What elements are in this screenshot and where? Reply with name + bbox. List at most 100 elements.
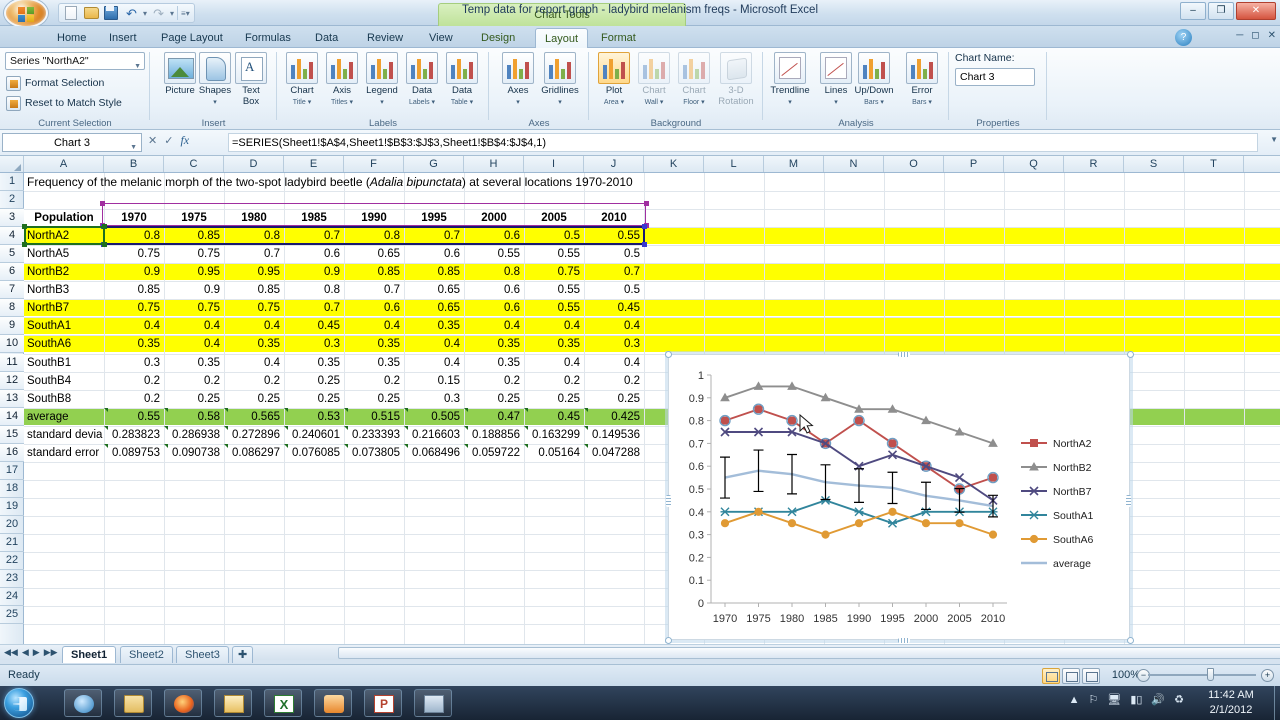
table-cell[interactable]: 0.5 xyxy=(584,245,644,263)
table-cell[interactable]: 0.4 xyxy=(404,354,464,372)
table-cell[interactable]: 0.090738 xyxy=(164,444,224,462)
3d-rotation-button[interactable]: 3-D Rotation xyxy=(711,52,761,107)
table-cell[interactable]: 0.75 xyxy=(104,245,164,263)
row-header-21[interactable]: 21 xyxy=(0,534,24,553)
row-header-25[interactable]: 25 xyxy=(0,606,24,625)
tab-view[interactable]: View xyxy=(420,28,462,48)
legend-entry-northb7[interactable]: NorthB7 xyxy=(1021,486,1092,498)
close-button[interactable]: ✕ xyxy=(1236,2,1276,20)
table-cell[interactable]: 0.286938 xyxy=(164,426,224,444)
column-header-c[interactable]: C xyxy=(164,156,224,172)
table-cell[interactable]: 0.283823 xyxy=(104,426,164,444)
tab-home[interactable]: Home xyxy=(48,28,95,48)
table-cell[interactable]: 0.58 xyxy=(164,408,224,426)
table-cell[interactable]: 0.565 xyxy=(224,408,284,426)
table-cell[interactable]: 0.2 xyxy=(524,372,584,390)
taskbar-excel-icon[interactable]: X xyxy=(264,689,302,717)
table-cell[interactable]: 0.25 xyxy=(164,390,224,408)
column-header-b[interactable]: B xyxy=(104,156,164,172)
table-row-label[interactable]: standard error xyxy=(24,444,104,462)
table-cell[interactable]: 0.9 xyxy=(284,263,344,281)
table-cell[interactable]: 0.7 xyxy=(584,263,644,281)
table-row-label[interactable]: standard devia xyxy=(24,426,104,444)
chart-resize-handle[interactable] xyxy=(898,352,910,357)
table-cell[interactable]: 0.75 xyxy=(164,245,224,263)
table-cell[interactable]: 0.35 xyxy=(284,354,344,372)
chart-series-average[interactable] xyxy=(720,449,998,518)
table-cell[interactable]: 0.25 xyxy=(584,390,644,408)
header-cell[interactable]: Population xyxy=(24,209,104,227)
table-cell[interactable]: 0.089753 xyxy=(104,444,164,462)
table-cell[interactable]: 0.047288 xyxy=(584,444,644,462)
table-row-label[interactable]: average xyxy=(24,408,104,426)
table-cell[interactable]: 0.55 xyxy=(524,281,584,299)
table-cell[interactable]: 0.8 xyxy=(284,281,344,299)
chart-object[interactable]: 0 0.1 0.2 0.3 0.4 0.5 0.6 0.7 0.8 0.9 1 1970 1975 198… xyxy=(665,351,1134,644)
table-cell[interactable]: 0.35 xyxy=(344,335,404,353)
taskbar-windows-explorer-icon[interactable] xyxy=(114,689,152,717)
row-header-23[interactable]: 23 xyxy=(0,570,24,589)
tab-format[interactable]: Format xyxy=(592,28,645,48)
tab-insert[interactable]: Insert xyxy=(100,28,146,48)
chart-resize-handle[interactable] xyxy=(665,637,672,644)
show-hidden-icons-icon[interactable]: ▲ xyxy=(1069,694,1080,706)
chart-name-input[interactable]: Chart 3 xyxy=(955,68,1035,86)
column-header-h[interactable]: H xyxy=(464,156,524,172)
chart-resize-handle[interactable] xyxy=(1126,495,1131,507)
table-cell[interactable]: 0.65 xyxy=(344,245,404,263)
table-row-label[interactable]: NorthA5 xyxy=(24,245,104,263)
column-header-l[interactable]: L xyxy=(704,156,764,172)
table-cell[interactable]: 0.15 xyxy=(404,372,464,390)
table-cell[interactable]: 0.4 xyxy=(164,335,224,353)
error-bars-button[interactable]: Error Bars ▾ xyxy=(897,52,947,108)
redo-dropdown-icon[interactable]: ▾ xyxy=(170,9,174,18)
column-header-e[interactable]: E xyxy=(284,156,344,172)
sync-icon[interactable]: ♻ xyxy=(1174,693,1184,706)
chart-resize-handle[interactable] xyxy=(1127,351,1134,358)
normal-view-icon[interactable] xyxy=(1042,668,1060,684)
office-button[interactable] xyxy=(4,0,48,28)
sheet-tab-sheet2[interactable]: Sheet2 xyxy=(120,646,173,663)
table-cell[interactable]: 0.45 xyxy=(524,408,584,426)
table-cell[interactable]: 0.6 xyxy=(404,245,464,263)
table-cell[interactable]: 0.25 xyxy=(284,372,344,390)
table-cell[interactable]: 0.076085 xyxy=(284,444,344,462)
table-cell[interactable]: 0.75 xyxy=(104,299,164,317)
column-header-a[interactable]: A xyxy=(24,156,104,172)
network-share-icon[interactable]: 🖥 xyxy=(1107,693,1121,706)
table-cell[interactable]: 0.55 xyxy=(104,408,164,426)
table-cell[interactable]: 0.55 xyxy=(464,245,524,263)
table-cell[interactable]: 0.35 xyxy=(404,317,464,335)
table-cell[interactable]: 0.95 xyxy=(164,263,224,281)
table-cell[interactable]: 0.059722 xyxy=(464,444,524,462)
signal-icon[interactable]: ▮▯ xyxy=(1130,693,1142,706)
chart-resize-handle[interactable] xyxy=(665,351,672,358)
table-row-label[interactable]: SouthA6 xyxy=(24,335,104,353)
table-cell[interactable]: 0.4 xyxy=(464,317,524,335)
cancel-formula-icon[interactable]: ✕ xyxy=(148,134,157,147)
table-cell[interactable]: 0.6 xyxy=(464,281,524,299)
table-cell[interactable]: 0.425 xyxy=(584,408,644,426)
table-cell[interactable]: 0.4 xyxy=(404,335,464,353)
table-cell[interactable]: 0.75 xyxy=(224,299,284,317)
enter-formula-icon[interactable]: ✓ xyxy=(164,134,173,147)
column-header-s[interactable]: S xyxy=(1124,156,1184,172)
table-cell[interactable]: 0.35 xyxy=(524,335,584,353)
table-cell[interactable]: 0.2 xyxy=(584,372,644,390)
zoom-slider[interactable] xyxy=(1148,674,1256,676)
row-header-7[interactable]: 7 xyxy=(0,281,24,300)
formula-input[interactable]: =SERIES(Sheet1!$A$4,Sheet1!$B$3:$J$3,She… xyxy=(228,133,1258,152)
table-row-label[interactable]: SouthB1 xyxy=(24,354,104,372)
table-cell[interactable]: 0.35 xyxy=(344,354,404,372)
row-header-24[interactable]: 24 xyxy=(0,588,24,607)
table-cell[interactable]: 0.4 xyxy=(584,354,644,372)
row-header-9[interactable]: 9 xyxy=(0,317,24,336)
table-row-label[interactable]: NorthB2 xyxy=(24,263,104,281)
help-icon[interactable]: ? xyxy=(1175,29,1192,46)
table-cell[interactable]: 0.073805 xyxy=(344,444,404,462)
row-header-2[interactable]: 2 xyxy=(0,191,24,210)
table-row-label[interactable]: SouthB4 xyxy=(24,372,104,390)
taskbar-movie-maker-icon[interactable] xyxy=(414,689,452,717)
tab-layout[interactable]: Layout xyxy=(535,28,589,48)
row-header-15[interactable]: 15 xyxy=(0,425,24,444)
